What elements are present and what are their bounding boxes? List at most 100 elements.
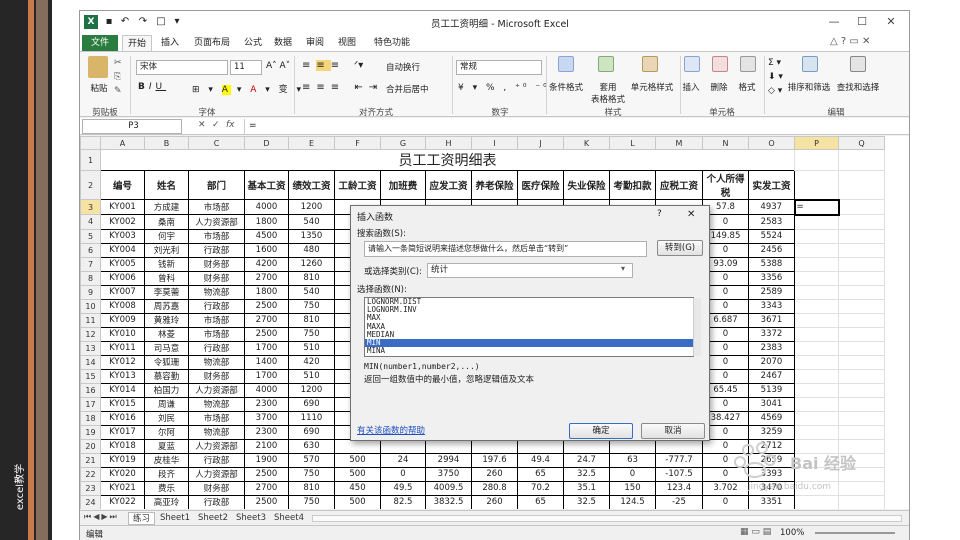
cell[interactable] — [794, 326, 839, 342]
cell[interactable]: 周苏嘉 — [144, 298, 189, 314]
restore-button[interactable]: ☐ — [848, 14, 876, 30]
sheet-tab-sheet3[interactable]: Sheet3 — [232, 512, 270, 525]
row-header[interactable]: 5 — [80, 228, 101, 244]
bold-italic-underline-icons[interactable]: BIU — [138, 82, 166, 92]
cell[interactable]: 1900 — [244, 452, 289, 468]
merge-center-button[interactable]: 合并后居中 — [386, 83, 450, 95]
cell[interactable] — [794, 170, 839, 200]
cut-copy-icons[interactable]: ✂ ⎘ ✎ — [114, 56, 122, 98]
cell[interactable]: 2100 — [244, 438, 289, 454]
redo-icon[interactable]: ↷ — [136, 15, 150, 28]
delete-cells-icon[interactable] — [712, 56, 728, 72]
column-header[interactable]: B — [144, 136, 189, 150]
cell[interactable]: 500 — [334, 452, 381, 468]
cell[interactable]: 3700 — [244, 410, 289, 426]
cell[interactable]: 3750 — [425, 466, 472, 482]
cell[interactable]: -777.7 — [655, 452, 703, 468]
cell[interactable]: 令狐珊 — [144, 354, 189, 370]
cell[interactable]: 49.5 — [380, 480, 426, 496]
cell[interactable]: 黄雅玲 — [144, 312, 189, 328]
cell[interactable]: 行政部 — [188, 242, 245, 258]
cell[interactable]: 70.2 — [517, 480, 564, 496]
select-all-corner[interactable] — [80, 136, 101, 150]
cell[interactable]: 4200 — [244, 256, 289, 272]
cell[interactable]: 夏蓝 — [144, 438, 189, 454]
cell[interactable] — [794, 382, 839, 398]
cell[interactable]: KY008 — [100, 298, 145, 314]
function-list-item[interactable]: MAXA — [365, 322, 693, 331]
cell[interactable]: KY011 — [100, 340, 145, 356]
cell[interactable]: KY006 — [100, 270, 145, 286]
row-header[interactable]: 10 — [80, 298, 101, 314]
cell[interactable]: KY009 — [100, 312, 145, 328]
cell[interactable] — [838, 214, 885, 230]
wrap-text-button[interactable]: 自动换行 — [386, 61, 446, 73]
row-header[interactable]: 9 — [80, 284, 101, 300]
cell[interactable]: 65 — [517, 466, 564, 482]
cancel-button[interactable]: 取消 — [641, 423, 705, 439]
sum-fill-clear-icons[interactable]: Σ ▾ ⬇ ▾ ◇ ▾ — [768, 56, 783, 98]
sheet-nav-arrows[interactable]: ⏮◀▶⏭ — [84, 512, 119, 522]
cell[interactable]: 行政部 — [188, 340, 245, 356]
cell[interactable]: 124.5 — [609, 494, 656, 509]
orientation-icon[interactable]: ᐟ▾ — [354, 60, 363, 71]
row-header[interactable]: 6 — [80, 242, 101, 258]
row-header[interactable]: 3 — [80, 199, 101, 215]
cell[interactable]: 人力资源部 — [188, 382, 245, 398]
go-button[interactable]: 转到(G) — [657, 240, 703, 256]
sheet-tab-sheet4[interactable]: Sheet4 — [270, 512, 308, 525]
cell[interactable]: 1700 — [244, 340, 289, 356]
function-help-link[interactable]: 有关该函数的帮助 — [357, 424, 425, 436]
cell[interactable]: -25 — [655, 494, 703, 509]
cell[interactable]: KY005 — [100, 256, 145, 272]
tab-data[interactable]: 数据 — [270, 35, 296, 51]
cell[interactable]: 450 — [334, 480, 381, 496]
cell[interactable] — [794, 396, 839, 412]
cell[interactable]: 2500 — [244, 494, 289, 509]
cell[interactable]: 人力资源部 — [188, 466, 245, 482]
cell[interactable] — [794, 410, 839, 426]
tab-page-layout[interactable]: 页面布局 — [188, 35, 236, 51]
cell[interactable]: 1600 — [244, 242, 289, 258]
function-list-item[interactable]: LOGNORM.INV — [365, 305, 693, 314]
cell[interactable]: 5139 — [748, 382, 795, 398]
cell[interactable]: KY017 — [100, 424, 145, 440]
cell[interactable]: 0 — [380, 466, 426, 482]
cell[interactable] — [794, 368, 839, 384]
sort-filter-button[interactable]: 排序和筛选 — [784, 81, 834, 93]
function-list-item[interactable]: MINA — [365, 346, 693, 355]
minimize-button[interactable]: — — [820, 14, 848, 30]
cell[interactable]: 810 — [288, 270, 335, 286]
cell[interactable]: KY016 — [100, 410, 145, 426]
cell[interactable]: 3343 — [748, 298, 795, 314]
table-format-icon[interactable] — [598, 56, 614, 72]
cell[interactable] — [794, 298, 839, 314]
cell[interactable]: 3372 — [748, 326, 795, 342]
cell[interactable]: KY007 — [100, 284, 145, 300]
font-grow-shrink-icon[interactable]: A˄ A˅ — [266, 61, 290, 71]
cell[interactable]: 197.6 — [471, 452, 518, 468]
cell[interactable]: 260 — [471, 494, 518, 509]
tab-file[interactable]: 文件 — [82, 35, 118, 51]
formula-input[interactable]: = — [244, 119, 904, 134]
tab-insert[interactable]: 插入 — [156, 35, 184, 51]
cell[interactable] — [794, 284, 839, 300]
conditional-format-button[interactable]: 条件格式 — [546, 81, 586, 93]
cell[interactable]: KY012 — [100, 354, 145, 370]
cell[interactable] — [838, 149, 885, 171]
function-list-item[interactable]: MEDIAN — [365, 330, 693, 339]
cell[interactable]: KY004 — [100, 242, 145, 258]
undo-icon[interactable]: ↶ — [118, 15, 132, 28]
cell[interactable]: 4500 — [244, 228, 289, 244]
cell[interactable]: 方成建 — [144, 199, 189, 215]
cell[interactable]: 1800 — [244, 214, 289, 230]
cell[interactable] — [838, 228, 885, 244]
column-header[interactable]: E — [288, 136, 335, 150]
dialog-close-button[interactable]: ✕ — [687, 209, 695, 220]
row-header[interactable]: 16 — [80, 382, 101, 398]
zoom-level[interactable]: 100% — [780, 528, 804, 538]
vertical-align-icons[interactable]: ≡≡≡ — [302, 60, 345, 71]
cell[interactable]: 市场部 — [188, 199, 245, 215]
horizontal-align-icons[interactable]: ≡≡≡ ⇤⇥ — [302, 82, 383, 93]
find-select-icon[interactable] — [850, 56, 866, 72]
